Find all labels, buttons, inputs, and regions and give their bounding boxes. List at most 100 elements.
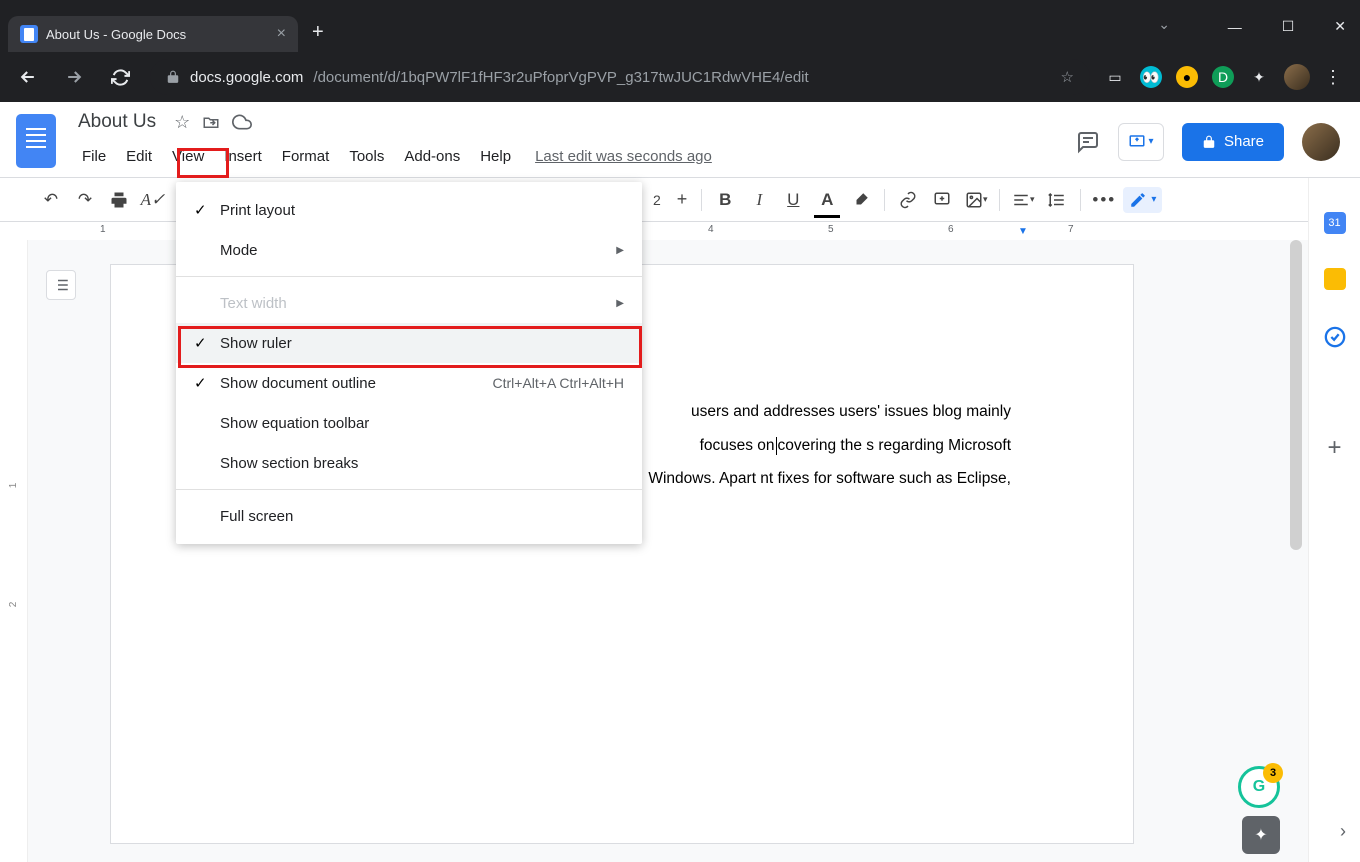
line-spacing-icon[interactable] [1042,185,1072,215]
browser-menu-icon[interactable]: ⋮ [1324,67,1342,88]
address-bar: docs.google.com/document/d/1bqPW7lF1fHF3… [0,52,1360,102]
keep-icon[interactable] [1324,268,1346,290]
menu-show-outline[interactable]: ✓ Show document outline Ctrl+Alt+A Ctrl+… [176,363,642,403]
align-icon[interactable]: ▾ [1008,185,1038,215]
link-icon[interactable] [893,185,923,215]
shortcut-text: Ctrl+Alt+A Ctrl+Alt+H [493,375,625,391]
scrollbar[interactable] [1290,240,1302,550]
redo-icon[interactable]: ↷ [70,185,100,215]
back-button[interactable] [12,61,44,93]
menu-print-layout[interactable]: ✓ Print layout [176,190,642,230]
separator [1080,189,1081,211]
browser-chrome: About Us - Google Docs × + ⌄ — ☐ ✕ docs.… [0,0,1360,102]
grammarly-widget[interactable]: G 3 [1238,766,1280,808]
share-button[interactable]: Share [1182,123,1284,161]
undo-icon[interactable]: ↶ [36,185,66,215]
submenu-arrow-icon: ▶ [616,245,624,256]
share-label: Share [1224,133,1264,150]
menu-bar: File Edit View Insert Format Tools Add-o… [72,138,1076,174]
extensions-puzzle-icon[interactable]: ✦ [1248,66,1270,88]
docs-logo-icon[interactable] [16,114,56,168]
font-size-plus[interactable]: + [671,189,694,210]
extension-icon-2[interactable]: ● [1176,66,1198,88]
extension-icons: ▭ 👀 ● D ✦ ⋮ [1104,64,1348,90]
tab-list-dropdown-icon[interactable]: ⌄ [1158,16,1170,33]
account-avatar[interactable] [1302,123,1340,161]
underline-icon[interactable]: U [778,185,808,215]
cloud-status-icon[interactable] [232,112,252,132]
menu-full-screen[interactable]: Full screen [176,496,642,536]
outline-toggle-button[interactable] [46,270,76,300]
add-comment-icon[interactable] [927,185,957,215]
bold-icon[interactable]: B [710,185,740,215]
extension-icon-1[interactable]: 👀 [1140,66,1162,88]
italic-icon[interactable]: I [744,185,774,215]
close-window-icon[interactable]: ✕ [1326,10,1354,43]
separator [176,276,642,277]
menu-insert[interactable]: Insert [214,142,272,171]
extension-icon-3[interactable]: D [1212,66,1234,88]
ruler-tick: 6 [948,224,954,235]
separator [701,189,702,211]
menu-mode[interactable]: Mode ▶ [176,230,642,270]
docs-title-area: About Us ☆ File Edit View Insert Format … [72,106,1076,177]
menu-format[interactable]: Format [272,142,340,171]
forward-button[interactable] [58,61,90,93]
highlight-icon[interactable] [846,185,876,215]
comments-icon[interactable] [1076,130,1100,154]
view-dropdown-menu: ✓ Print layout Mode ▶ Text width ▶ ✓ Sho… [176,182,642,544]
menu-addons[interactable]: Add-ons [394,142,470,171]
calendar-icon[interactable]: 31 [1324,212,1346,234]
cast-icon[interactable]: ▭ [1104,66,1126,88]
profile-avatar-icon[interactable] [1284,64,1310,90]
star-icon[interactable]: ☆ [174,112,190,133]
new-tab-button[interactable]: + [312,21,324,44]
bookmark-star-icon[interactable]: ☆ [1061,68,1074,86]
url-host: docs.google.com [190,69,303,86]
reload-button[interactable] [104,61,136,93]
more-icon[interactable]: ••• [1089,185,1119,215]
menu-tools[interactable]: Tools [339,142,394,171]
ruler-indent-marker[interactable]: ▼ [1018,226,1028,237]
tasks-icon[interactable] [1322,324,1348,350]
ruler-tick: 5 [828,224,834,235]
menu-file[interactable]: File [72,142,116,171]
move-icon[interactable] [202,113,220,131]
grammarly-badge: 3 [1263,763,1283,783]
tab-title: About Us - Google Docs [46,27,186,42]
menu-show-equation[interactable]: Show equation toolbar [176,403,642,443]
present-button[interactable]: ▾ [1118,123,1164,161]
document-title[interactable]: About Us [72,109,162,135]
maximize-icon[interactable]: ☐ [1274,10,1303,43]
vruler-tick: 1 [8,472,19,499]
spellcheck-icon[interactable]: A✓ [138,185,168,215]
check-icon: ✓ [194,334,220,352]
font-size[interactable]: 2 [647,192,667,208]
vertical-ruler: 1 2 [0,240,28,862]
header-right: ▾ Share [1076,106,1352,177]
print-icon[interactable] [104,185,134,215]
side-panel: 31 + › [1308,178,1360,862]
menu-view[interactable]: View [162,142,214,171]
check-icon: ✓ [194,374,220,392]
text-color-icon[interactable]: A [812,185,842,215]
ruler-tick: 1 [100,224,106,235]
menu-show-section-breaks[interactable]: Show section breaks [176,443,642,483]
menu-show-ruler[interactable]: ✓ Show ruler [176,323,642,363]
add-addon-icon[interactable]: + [1327,434,1341,462]
hide-sidepanel-icon[interactable]: › [1340,821,1346,842]
tab-close-icon[interactable]: × [277,25,286,43]
minimize-icon[interactable]: — [1220,11,1250,43]
menu-help[interactable]: Help [470,142,521,171]
docs-header: About Us ☆ File Edit View Insert Format … [0,102,1360,178]
url-path: /document/d/1bqPW7lF1fHF3r2uPfoprVgPVP_g… [313,69,808,86]
explore-button[interactable]: ✦ [1242,816,1280,854]
url-bar[interactable]: docs.google.com/document/d/1bqPW7lF1fHF3… [150,59,1090,95]
browser-tab[interactable]: About Us - Google Docs × [8,16,298,52]
last-edit-link[interactable]: Last edit was seconds ago [535,148,712,165]
separator [176,489,642,490]
editing-mode-button[interactable]: ▾ [1123,187,1162,213]
insert-image-icon[interactable]: ▾ [961,185,991,215]
menu-edit[interactable]: Edit [116,142,162,171]
text-cursor [776,437,777,455]
